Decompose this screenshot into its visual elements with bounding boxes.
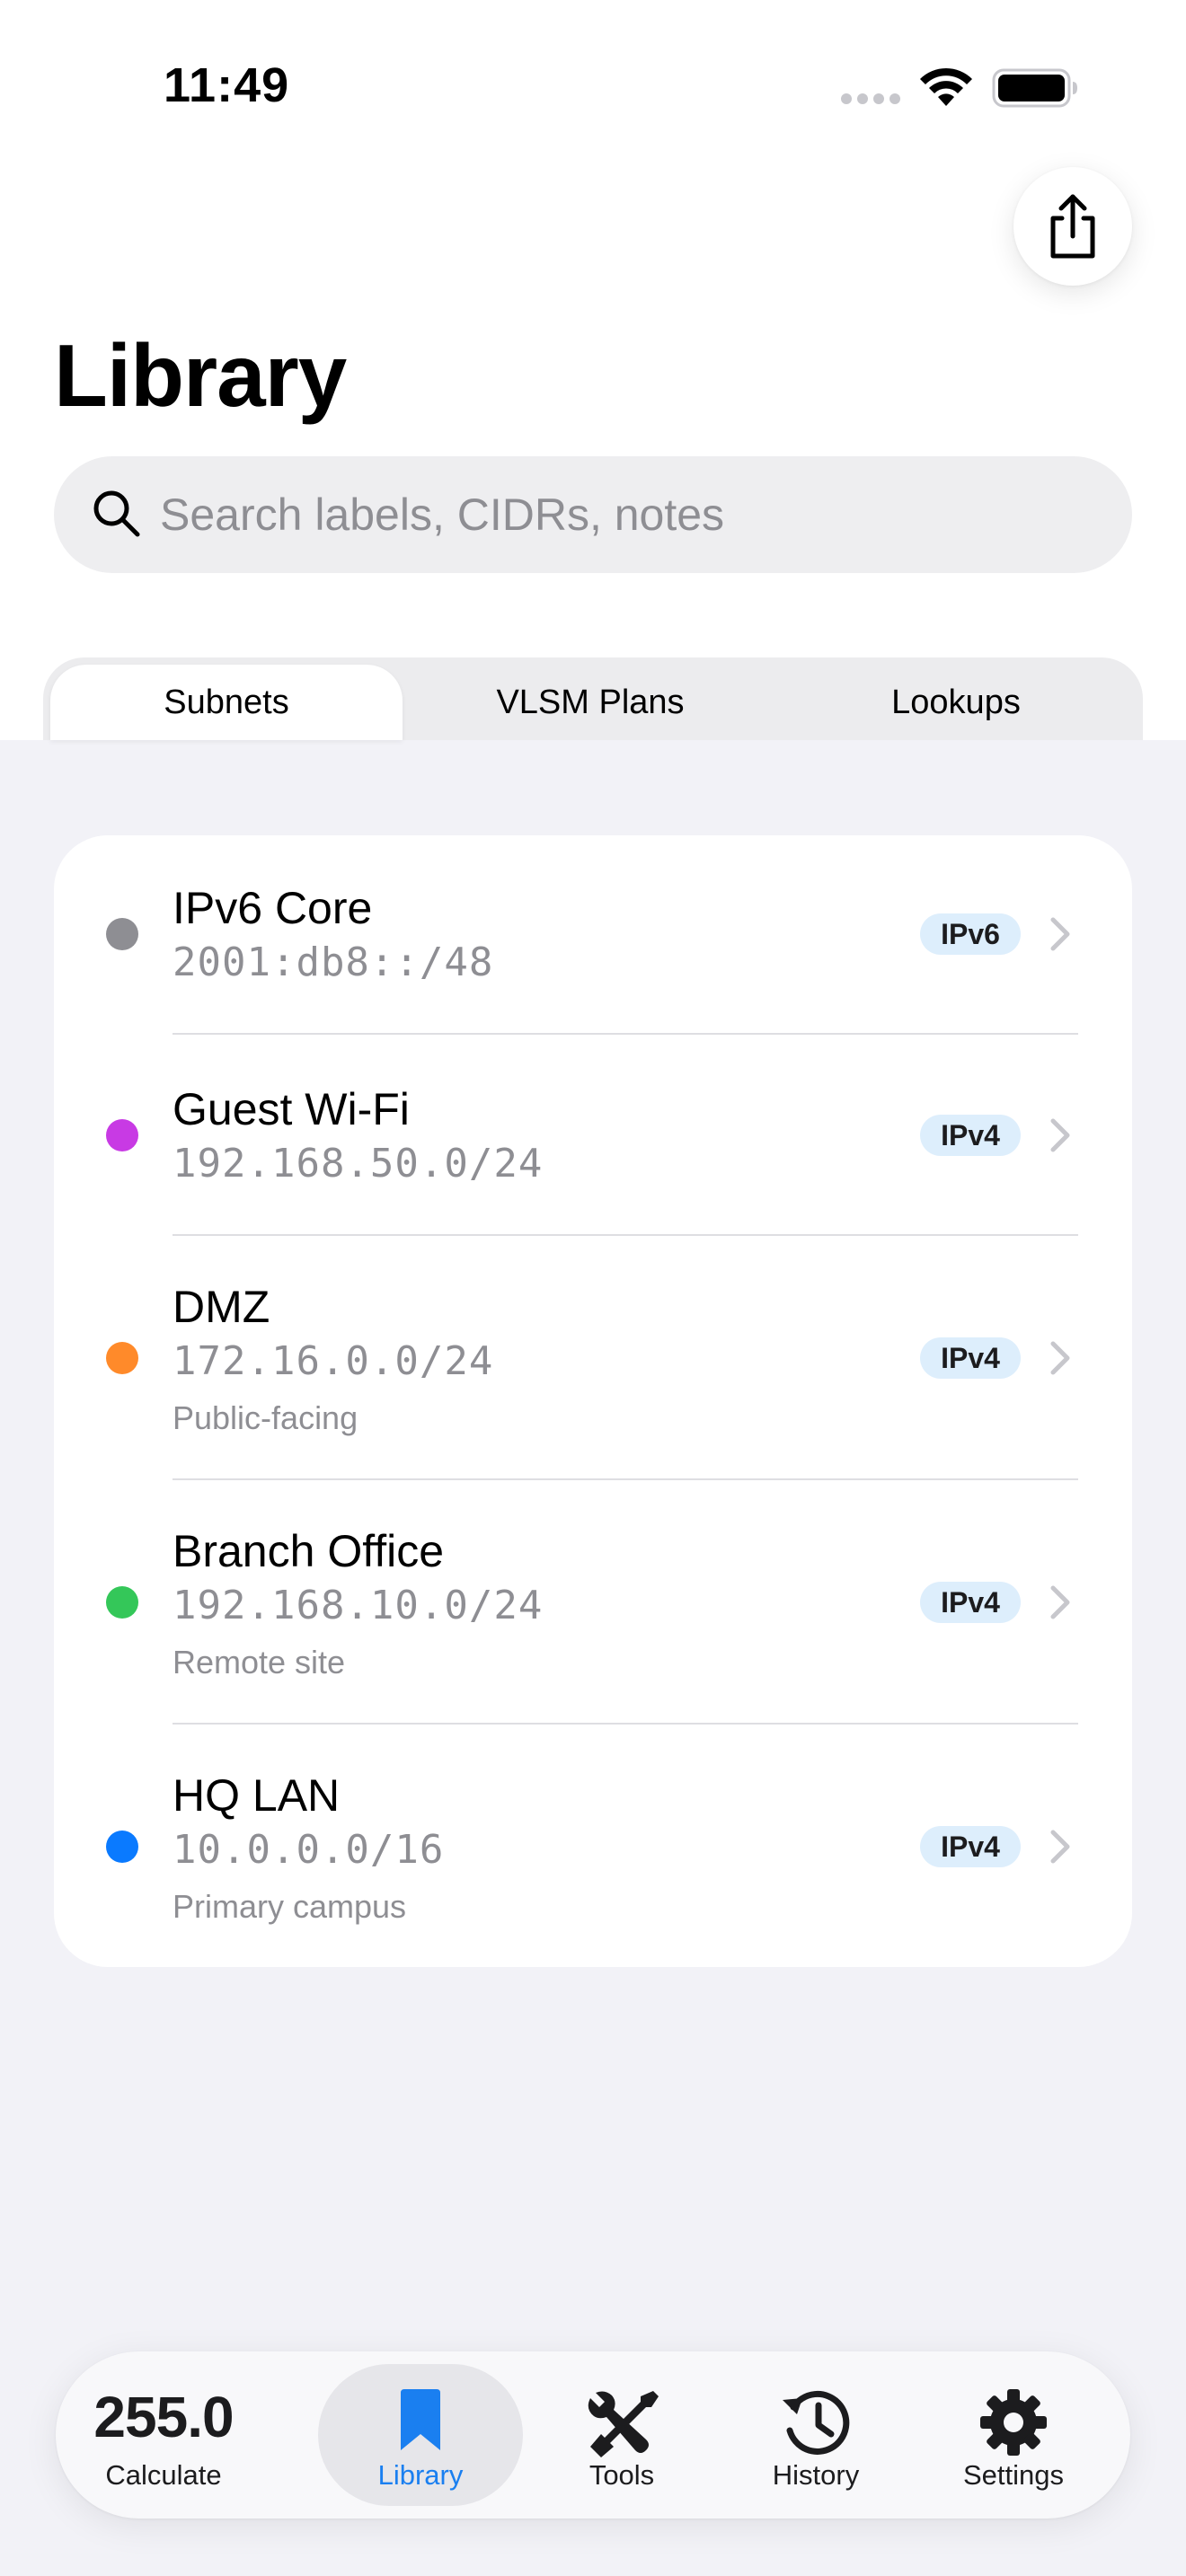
tab-settings[interactable]: Settings [924,2364,1103,2506]
search-input[interactable] [160,480,1094,550]
subnet-note: Public-facing [173,1399,358,1436]
share-button[interactable] [1013,167,1132,286]
ip-version-badge: IPv4 [920,1826,1021,1867]
tab-history[interactable]: History [726,2364,906,2506]
status-time: 11:49 [164,58,290,112]
search-icon [93,490,140,537]
calculate-value: 255.0 [93,2385,234,2449]
cellular-signal-icon [841,93,900,106]
wifi-icon [920,67,972,106]
page-title: Library [54,326,347,425]
segment-lookups[interactable]: Lookups [776,665,1136,740]
subnet-cidr: 2001:db8::/48 [173,940,494,985]
subnet-title: Guest Wi-Fi [173,1084,410,1134]
tab-library[interactable]: Library [318,2364,523,2506]
search-bar[interactable] [54,456,1132,573]
subnet-title: HQ LAN [173,1770,341,1821]
ip-version-badge: IPv4 [920,1337,1021,1379]
color-dot [106,918,138,950]
subnet-row-hq-lan[interactable]: HQ LAN 10.0.0.0/16 Primary campus IPv4 [54,1725,1132,1967]
subnet-cidr: 172.16.0.0/24 [173,1338,494,1384]
subnet-row-branch-office[interactable]: Branch Office 192.168.10.0/24 Remote sit… [54,1480,1132,1725]
header-area: 11:49 Library Subnets VLSM Plans Lookups [0,0,1186,740]
color-dot [106,1342,138,1374]
ip-version-badge: IPv4 [920,1582,1021,1623]
subnet-list: IPv6 Core 2001:db8::/48 IPv6 Guest Wi-Fi… [54,835,1132,1967]
segment-subnets[interactable]: Subnets [50,665,403,740]
subnet-row-dmz[interactable]: DMZ 172.16.0.0/24 Public-facing IPv4 [54,1236,1132,1480]
tab-bar: 255.0 Calculate Library Tools History Se… [56,2351,1130,2519]
segment-vlsm-plans[interactable]: VLSM Plans [419,665,762,740]
subnet-cidr: 192.168.50.0/24 [173,1141,544,1187]
bookmark-icon [401,2389,440,2450]
subnet-note: Primary campus [173,1888,407,1925]
subnet-cidr: 10.0.0.0/16 [173,1827,445,1873]
color-dot [106,1119,138,1151]
ip-version-badge: IPv6 [920,913,1021,955]
tab-calculate[interactable]: 255.0 Calculate [65,2364,262,2506]
tab-tools[interactable]: Tools [532,2364,712,2506]
tab-label: Calculate [105,2459,222,2491]
subnet-row-guest-wifi[interactable]: Guest Wi-Fi 192.168.50.0/24 IPv4 [54,1035,1132,1236]
chevron-right-icon [1050,917,1070,951]
color-dot [106,1586,138,1619]
subnet-title: IPv6 Core [173,883,373,933]
subnet-note: Remote site [173,1644,346,1681]
subnet-row-ipv6-core[interactable]: IPv6 Core 2001:db8::/48 IPv6 [54,835,1132,1035]
ip-version-badge: IPv4 [920,1115,1021,1156]
tab-label: Settings [962,2459,1064,2491]
subnet-title: DMZ [173,1282,270,1332]
subnet-cidr: 192.168.10.0/24 [173,1583,544,1628]
chevron-right-icon [1050,1118,1070,1152]
tools-icon [588,2391,659,2457]
chevron-right-icon [1050,1585,1070,1619]
chevron-right-icon [1050,1341,1070,1375]
color-dot [106,1831,138,1863]
tab-label: Library [377,2459,464,2491]
chevron-right-icon [1050,1830,1070,1864]
share-icon [1050,194,1095,259]
subnet-title: Branch Office [173,1526,445,1576]
tab-label: Tools [589,2459,655,2491]
segmented-control: Subnets VLSM Plans Lookups [43,657,1143,740]
history-icon [783,2390,850,2455]
tab-label: History [772,2459,860,2491]
battery-icon [992,68,1077,108]
gear-icon [980,2389,1047,2456]
